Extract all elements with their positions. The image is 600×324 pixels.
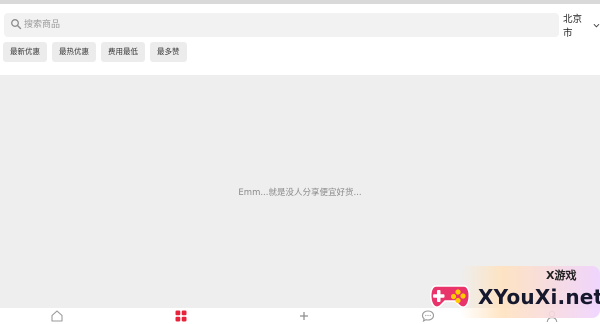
watermark-cn-text: X游戏 — [546, 269, 577, 282]
chevron-down-icon — [593, 23, 600, 27]
search-box[interactable] — [4, 13, 559, 37]
watermark-brand-text: XYouXi.net — [478, 285, 600, 309]
plus-icon[interactable] — [297, 309, 311, 323]
city-label: 北京市 — [563, 14, 583, 39]
gamepad-logo-icon — [430, 285, 470, 308]
home-icon[interactable] — [50, 309, 64, 323]
filter-lowest-cost[interactable]: 费用最低 — [101, 42, 145, 62]
window-top-strip — [0, 0, 600, 4]
filter-latest[interactable]: 最新优惠 — [3, 42, 47, 62]
header-bar: 北京市 — [0, 10, 600, 39]
search-icon — [11, 19, 22, 30]
filter-hottest[interactable]: 最热优惠 — [52, 42, 96, 62]
empty-state-message: Emm...就是没人分享便宜好货... — [238, 188, 362, 198]
grid-icon[interactable] — [174, 309, 188, 323]
watermark-overlay: X游戏 XYouXi.net — [420, 262, 600, 324]
filter-bar: 最新优惠 最热优惠 费用最低 最多赞 — [3, 42, 187, 62]
search-input[interactable] — [24, 15, 544, 35]
filter-most-liked[interactable]: 最多赞 — [150, 42, 187, 62]
city-selector[interactable]: 北京市 — [563, 14, 600, 39]
